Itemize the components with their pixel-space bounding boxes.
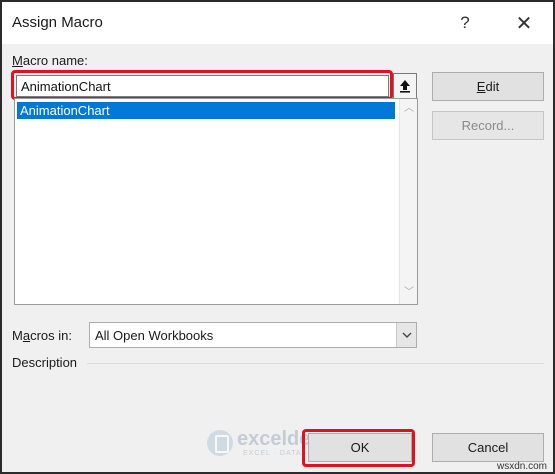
ok-button[interactable]: OK: [308, 433, 412, 462]
assign-macro-dialog: Assign Macro ? ✕ Macro name: AnimationCh…: [0, 0, 555, 474]
macro-name-access-key: M: [12, 53, 23, 68]
site-watermark: wsxdn.com: [497, 461, 548, 472]
collapse-dialog-button[interactable]: [393, 73, 417, 99]
cancel-button[interactable]: Cancel: [432, 433, 544, 462]
edit-button[interactable]: Edit: [432, 72, 544, 101]
close-icon[interactable]: ✕: [504, 8, 544, 38]
dialog-title: Assign Macro: [12, 14, 103, 31]
list-item[interactable]: AnimationChart: [17, 102, 395, 119]
macros-in-label: Macros in:: [12, 328, 72, 343]
exceldemy-logo: [207, 430, 233, 456]
upload-arrow-icon: [400, 80, 410, 93]
scroll-down-icon[interactable]: ﹀: [404, 288, 414, 298]
help-icon[interactable]: ?: [445, 8, 485, 38]
macro-list[interactable]: AnimationChart ︿ ﹀: [14, 98, 418, 305]
macros-in-value: All Open Workbooks: [95, 328, 214, 343]
macros-in-label-prefix: M: [12, 328, 23, 343]
macros-in-select[interactable]: All Open Workbooks: [89, 322, 417, 348]
macro-name-label: Macro name:: [12, 53, 88, 68]
description-label: Description: [12, 355, 78, 370]
macro-name-label-rest: acro name:: [22, 53, 88, 68]
macros-in-access-key: a: [22, 328, 31, 343]
record-button[interactable]: Record...: [432, 111, 544, 140]
dropdown-chevron-icon[interactable]: [396, 323, 416, 347]
scroll-up-icon[interactable]: ︿: [404, 104, 414, 114]
list-scrollbar[interactable]: ︿ ﹀: [399, 99, 417, 304]
edit-label-rest: dit: [485, 79, 500, 94]
macros-in-label-rest: cros in:: [30, 328, 72, 343]
description-divider: [87, 363, 544, 364]
title-bar: Assign Macro ? ✕: [2, 2, 553, 44]
macro-name-input[interactable]: [16, 75, 389, 97]
edit-access-key: E: [476, 79, 486, 94]
